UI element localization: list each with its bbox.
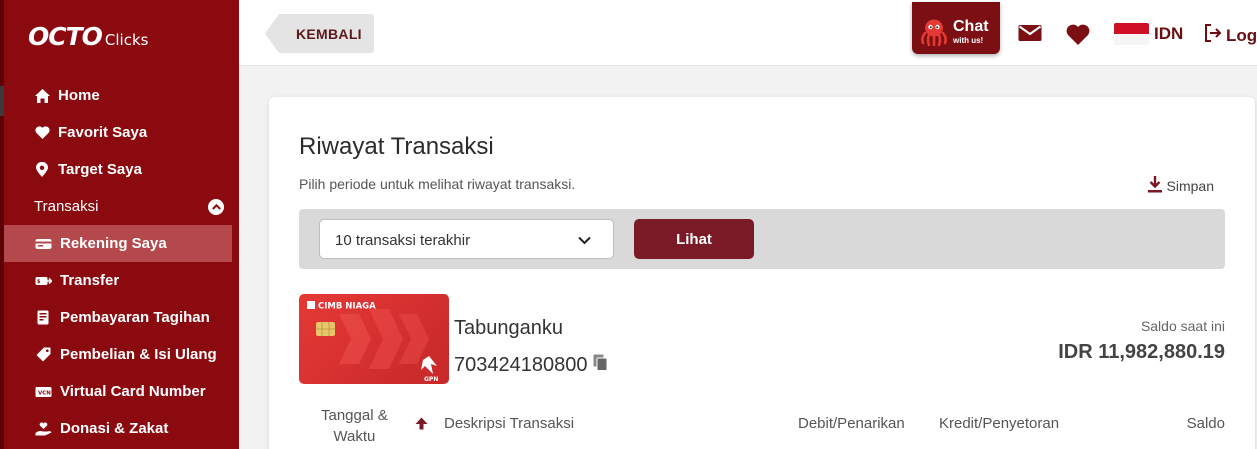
logout-label: Logout: [1226, 25, 1257, 45]
account-number-row: 703424180800: [454, 354, 608, 377]
logout-icon: [1203, 23, 1223, 48]
copy-icon[interactable]: [593, 354, 608, 377]
octo-clicks-logo[interactable]: OCTO Clicks: [28, 22, 148, 51]
sidebar-item-rekening-saya[interactable]: Rekening Saya: [4, 225, 232, 262]
card-brand-text: CIMB NIAGA: [318, 302, 376, 312]
column-date-line2: Waktu: [333, 428, 376, 445]
home-icon: [34, 88, 50, 104]
logo-main-text: OCTO: [28, 22, 103, 51]
account-name: Tabunganku: [454, 317, 563, 339]
chat-title: Chat: [953, 18, 989, 35]
sidebar-item-label: Pembelian & Isi Ulang: [60, 346, 217, 363]
account-number: 703424180800: [454, 354, 588, 376]
svg-text:$: $: [37, 279, 41, 285]
period-filter-bar: 10 transaksi terakhir Lihat: [299, 209, 1225, 269]
view-button[interactable]: Lihat: [634, 219, 754, 259]
column-balance[interactable]: Saldo: [1187, 415, 1225, 432]
balance-value: IDR 11,982,880.19: [1058, 341, 1225, 363]
sidebar-section-label: Transaksi: [34, 198, 99, 215]
logo-sub-text: Clicks: [104, 31, 149, 49]
octo-mascot-icon: [919, 18, 949, 51]
bill-icon: [34, 310, 52, 326]
svg-text:VCN: VCN: [38, 390, 51, 396]
download-icon: [1147, 176, 1163, 196]
sidebar-item-label: Donasi & Zakat: [60, 420, 169, 437]
sidebar-item-target[interactable]: Target Saya: [4, 151, 232, 188]
back-button[interactable]: KEMBALI: [265, 14, 374, 53]
sidebar-item-label: Favorit Saya: [58, 124, 148, 141]
transfer-icon: $: [34, 273, 52, 289]
favorite-heart-icon[interactable]: [1066, 24, 1090, 50]
logout-button[interactable]: Logout: [1203, 23, 1257, 48]
chevron-up-icon[interactable]: [208, 198, 224, 215]
sidebar-section-transaksi[interactable]: Transaksi: [4, 188, 232, 225]
language-selector[interactable]: IDN: [1154, 24, 1183, 44]
sidebar-nav: Home Favorit Saya Target Saya Transaksi …: [4, 77, 232, 447]
sidebar-item-label: Virtual Card Number: [60, 383, 206, 400]
column-credit[interactable]: Kredit/Penyetoran: [939, 415, 1059, 432]
period-select-value: 10 transaksi terakhir: [335, 232, 471, 249]
mail-icon[interactable]: [1018, 24, 1042, 47]
target-pin-icon: [34, 162, 50, 178]
wallet-icon: [34, 236, 52, 252]
sidebar-item-favorit[interactable]: Favorit Saya: [4, 114, 232, 151]
account-card-image: CIMB NIAGA GPN: [299, 294, 449, 384]
sidebar-item-label: Target Saya: [58, 161, 142, 178]
page-subtitle: Pilih periode untuk melihat riwayat tran…: [299, 176, 576, 192]
transaction-history-card: Riwayat Transaksi Pilih periode untuk me…: [269, 97, 1255, 449]
heart-icon: [34, 125, 50, 141]
save-button[interactable]: Simpan: [1147, 176, 1214, 196]
top-bar: KEMBALI Chat with us! IDN Logout: [239, 0, 1257, 66]
card-network-text: GPN: [424, 376, 438, 383]
vcn-icon: VCN: [34, 384, 52, 400]
chevron-down-icon: [578, 232, 591, 250]
period-select[interactable]: 10 transaksi terakhir: [319, 219, 614, 259]
sidebar-item-label: Rekening Saya: [60, 235, 167, 252]
sidebar-item-label: Home: [58, 87, 100, 104]
column-date-line1: Tanggal &: [321, 407, 388, 424]
column-description[interactable]: Deskripsi Transaksi: [444, 415, 574, 432]
page-title: Riwayat Transaksi: [299, 133, 494, 160]
chat-button[interactable]: Chat with us!: [912, 2, 1000, 54]
sidebar-item-home[interactable]: Home: [4, 77, 232, 114]
sidebar-item-label: Pembayaran Tagihan: [60, 309, 210, 326]
sidebar-item-pembelian-isi-ulang[interactable]: Pembelian & Isi Ulang: [4, 336, 232, 373]
sidebar: OCTO Clicks Home Favorit Saya Target Say…: [0, 0, 239, 449]
save-label: Simpan: [1166, 178, 1214, 194]
column-debit[interactable]: Debit/Penarikan: [798, 415, 905, 432]
back-button-label: KEMBALI: [296, 26, 362, 42]
donation-hand-icon: [34, 421, 52, 437]
column-date-time[interactable]: Tanggal & Waktu: [321, 405, 388, 447]
chat-subtitle: with us!: [953, 36, 984, 45]
sort-up-arrow-icon[interactable]: [415, 417, 428, 434]
sidebar-item-transfer[interactable]: $ Transfer: [4, 262, 232, 299]
sidebar-item-donasi-zakat[interactable]: Donasi & Zakat: [4, 410, 232, 447]
sidebar-item-pembayaran-tagihan[interactable]: Pembayaran Tagihan: [4, 299, 232, 336]
tag-icon: [34, 347, 52, 363]
sidebar-item-virtual-card-number[interactable]: VCN Virtual Card Number: [4, 373, 232, 410]
sidebar-item-label: Transfer: [60, 272, 120, 289]
balance-label: Saldo saat ini: [1140, 318, 1225, 334]
indonesia-flag-icon[interactable]: [1114, 23, 1149, 45]
